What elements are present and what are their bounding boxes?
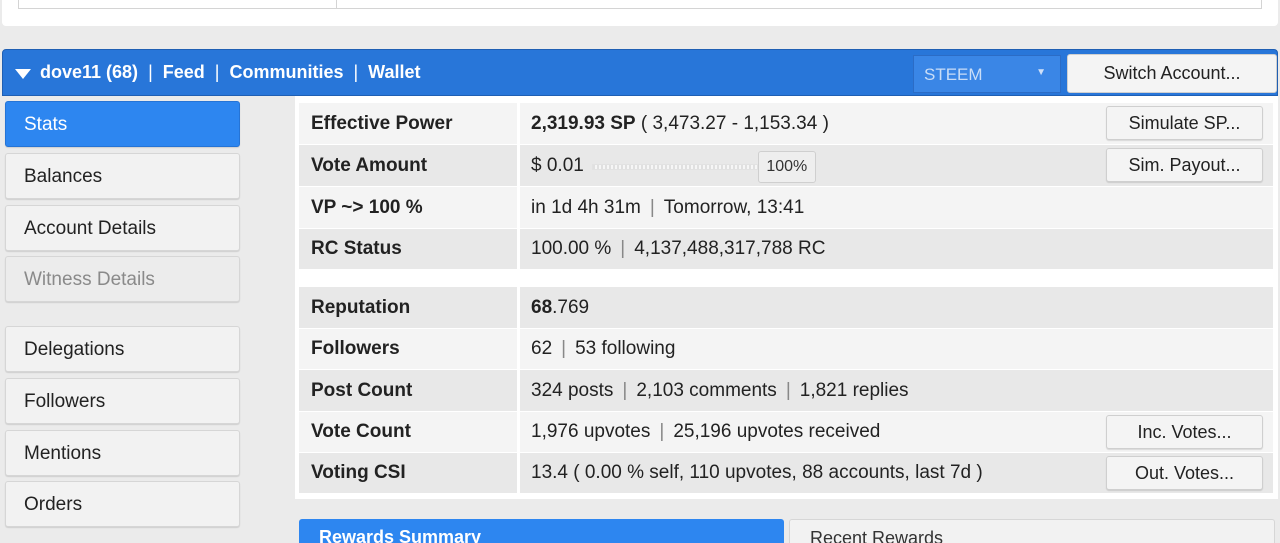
rc-amount: 4,137,488,317,788 RC [634, 238, 826, 259]
stat-row-vote-count: Vote Count 1,976 upvotes | 25,196 upvotes … [299, 412, 1273, 452]
stat-label: VP ~> 100 % [299, 187, 517, 228]
stat-value: 100.00 % | 4,137,488,317,788 RC [520, 229, 1273, 269]
sidebar-item-stats[interactable]: Stats [5, 101, 240, 147]
tab-rewards-summary[interactable]: Rewards Summary [299, 519, 784, 543]
comments-count: 2,103 comments [636, 379, 777, 401]
stat-row-effective-power: Effective Power 2,319.93 SP ( 3,473.27 -… [299, 103, 1273, 144]
switch-account-button[interactable]: Switch Account... [1067, 54, 1277, 93]
sidebar-item-delegations[interactable]: Delegations [5, 326, 240, 372]
value-separator: | [561, 338, 567, 359]
sidebar-item-mentions[interactable]: Mentions [5, 430, 240, 476]
out-votes-button[interactable]: Out. Votes... [1106, 456, 1263, 490]
upvotes-received: 25,196 upvotes received [673, 421, 881, 442]
account-nav: dove11 (68) | Feed | Communities | Wallet [40, 62, 421, 83]
stat-row-rc-status: RC Status 100.00 % | 4,137,488,317,788 RC [299, 229, 1273, 269]
vote-weight-slider[interactable]: 100% [591, 150, 816, 183]
top-table-remnant [18, 0, 1262, 9]
effective-power-breakdown: ( 3,473.27 - 1,153.34 ) [640, 112, 829, 134]
tab-recent-rewards[interactable]: Recent Rewards [789, 519, 1275, 543]
followers-count: 62 [531, 338, 553, 359]
slider-handle[interactable]: 100% [757, 150, 816, 183]
stat-label: Voting CSI [299, 453, 517, 493]
vote-amount-value: $ 0.01 [531, 154, 584, 176]
stat-row-followers: Followers 62 | 53 following [299, 329, 1273, 369]
stat-row-reputation: Reputation 68.769 [299, 287, 1273, 328]
stat-label: Followers [299, 329, 517, 369]
value-separator: | [659, 421, 665, 442]
upvotes-count: 1,976 upvotes [531, 421, 651, 442]
stat-label: RC Status [299, 229, 517, 269]
stat-label: Reputation [299, 287, 517, 328]
vp-eta: in 1d 4h 31m [531, 196, 641, 218]
stat-label: Vote Count [299, 412, 517, 452]
effective-power-sp: 2,319.93 SP [531, 112, 636, 134]
nav-separator: | [148, 62, 153, 82]
slider-track[interactable] [591, 163, 762, 170]
sidebar-item-balances[interactable]: Balances [5, 153, 240, 199]
column-divider [336, 0, 337, 8]
sidebar-item-followers[interactable]: Followers [5, 378, 240, 424]
collapse-caret-icon[interactable] [15, 69, 31, 79]
dropdown-arrow-icon: ▼ [1036, 67, 1046, 78]
simulate-sp-button[interactable]: Simulate SP... [1106, 106, 1263, 140]
top-panel [2, 0, 1278, 26]
chain-select[interactable]: STEEM ▼ [913, 55, 1061, 93]
value-separator: | [649, 196, 655, 218]
account-header-bar: dove11 (68) | Feed | Communities | Wallet STEE… [2, 49, 1278, 96]
nav-separator: | [353, 62, 359, 82]
account-name-link[interactable]: dove11 (68) [40, 62, 138, 82]
stat-value: 68.769 [520, 287, 1273, 328]
stat-label: Effective Power [299, 103, 517, 144]
reputation-int: 68 [531, 296, 553, 318]
stat-label: Vote Amount [299, 145, 517, 186]
chain-select-value: STEEM [924, 65, 983, 84]
value-separator: | [785, 379, 791, 401]
rc-percent: 100.00 % [531, 238, 612, 259]
sidebar-item-witness-details: Witness Details [5, 256, 240, 302]
nav-separator: | [214, 62, 220, 82]
replies-count: 1,821 replies [799, 379, 909, 401]
value-separator: | [620, 238, 626, 259]
stat-value: in 1d 4h 31m | Tomorrow, 13:41 [520, 187, 1273, 228]
sim-payout-button[interactable]: Sim. Payout... [1106, 148, 1263, 182]
feed-link[interactable]: Feed [163, 62, 205, 82]
wallet-link[interactable]: Wallet [368, 62, 420, 82]
stat-value: 324 posts | 2,103 comments | 1,821 replies [520, 370, 1273, 411]
posts-count: 324 posts [531, 379, 614, 401]
stat-row-vp: VP ~> 100 % in 1d 4h 31m | Tomorrow, 13:41 [299, 187, 1273, 228]
vp-time: Tomorrow, 13:41 [663, 196, 805, 218]
stat-row-voting-csi: Voting CSI 13.4 ( 0.00 % self, 110 upvot… [299, 453, 1273, 493]
stat-row-vote-amount: Vote Amount $ 0.01 100% Sim. Payout... [299, 145, 1273, 186]
inc-votes-button[interactable]: Inc. Votes... [1106, 415, 1263, 449]
value-separator: | [622, 379, 628, 401]
sidebar-item-orders[interactable]: Orders [5, 481, 240, 527]
stat-row-post-count: Post Count 324 posts | 2,103 comments | 1,82… [299, 370, 1273, 411]
stat-value: 62 | 53 following [520, 329, 1273, 369]
reputation-dec: .769 [552, 296, 590, 318]
stats-panel: Effective Power 2,319.93 SP ( 3,473.27 -… [295, 96, 1278, 499]
sidebar-item-account-details[interactable]: Account Details [5, 205, 240, 251]
stat-label: Post Count [299, 370, 517, 411]
following-count: 53 following [575, 338, 676, 359]
communities-link[interactable]: Communities [229, 62, 343, 82]
